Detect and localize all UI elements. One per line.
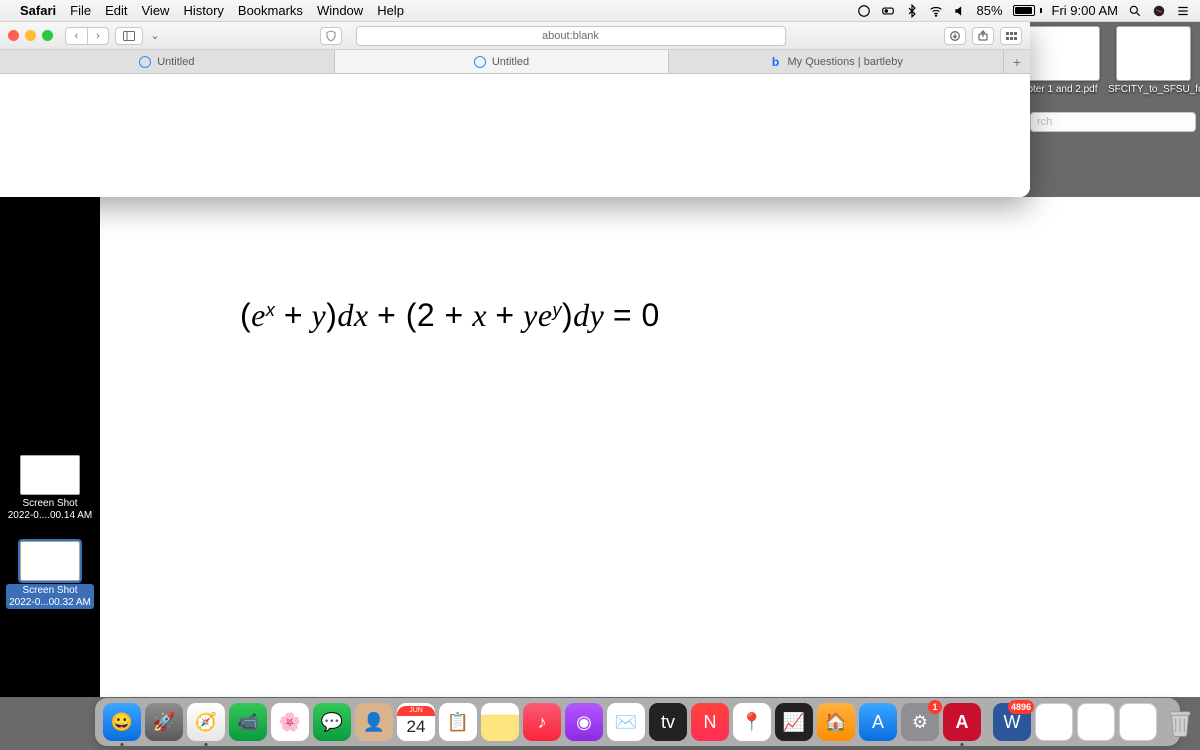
- tab-label: My Questions | bartleby: [788, 56, 903, 68]
- dock-maps[interactable]: 📍: [733, 703, 771, 741]
- menu-file[interactable]: File: [70, 3, 91, 18]
- tab-overview-button[interactable]: [1000, 27, 1022, 45]
- menu-help[interactable]: Help: [377, 3, 404, 18]
- privacy-shield-button[interactable]: [320, 27, 342, 45]
- desktop-file-pdf-2[interactable]: SFCITY_to_SFSU_for_2021-...B.S..pdf: [1108, 26, 1198, 96]
- dock-word[interactable]: W 4896: [993, 703, 1031, 741]
- zoom-window-button[interactable]: [42, 30, 53, 41]
- spotlight-icon[interactable]: [1128, 4, 1142, 18]
- dock-trash[interactable]: [1161, 703, 1199, 741]
- safari-tab-bar: Untitled Untitled b My Questions | bartl…: [0, 50, 1030, 74]
- desktop-right-column: pter 1 and 2.pdf SFCITY_to_SFSU_for_2021…: [1030, 22, 1200, 132]
- dock-tv[interactable]: tv: [649, 703, 687, 741]
- dock-music[interactable]: ♪: [523, 703, 561, 741]
- menu-history[interactable]: History: [183, 3, 223, 18]
- desktop-search-field[interactable]: rch: [1030, 112, 1196, 132]
- address-bar[interactable]: about:blank: [356, 26, 786, 46]
- dock-calendar[interactable]: JUN 24: [397, 703, 435, 741]
- downloads-button[interactable]: [944, 27, 966, 45]
- macos-dock: 😀 🚀 🧭 📹 🌸 💬 👤 JUN 24 📋 ♪ ◉ ✉️ tv N 📍 📈 🏠…: [95, 698, 1180, 746]
- url-text: about:blank: [542, 30, 599, 42]
- dock-news[interactable]: N: [691, 703, 729, 741]
- window-controls: [8, 30, 53, 41]
- close-window-button[interactable]: [8, 30, 19, 41]
- bluetooth-icon[interactable]: [905, 4, 919, 18]
- dock-recent-item-3[interactable]: [1119, 703, 1157, 741]
- pdf-thumbnail-icon: [1116, 26, 1191, 81]
- screen-mirror-icon[interactable]: [857, 4, 871, 18]
- wifi-icon[interactable]: [929, 4, 943, 18]
- dock-recent-item-2[interactable]: [1077, 703, 1115, 741]
- menu-window[interactable]: Window: [317, 3, 363, 18]
- forward-button[interactable]: ›: [87, 27, 109, 45]
- dock-stocks[interactable]: 📈: [775, 703, 813, 741]
- dock-photos[interactable]: 🌸: [271, 703, 309, 741]
- clock[interactable]: Fri 9:00 AM: [1052, 3, 1118, 18]
- volume-icon[interactable]: [953, 4, 967, 18]
- dock-system-preferences[interactable]: ⚙︎ 1: [901, 703, 939, 741]
- compass-icon: [139, 56, 151, 68]
- switch-control-icon[interactable]: [881, 4, 895, 18]
- menu-edit[interactable]: Edit: [105, 3, 127, 18]
- tab-overview-dropdown[interactable]: ⌄: [149, 27, 161, 45]
- tab-bartleby[interactable]: b My Questions | bartleby: [669, 50, 1004, 73]
- siri-icon[interactable]: [1152, 4, 1166, 18]
- battery-icon[interactable]: [1013, 5, 1042, 16]
- safari-window: ‹ › ⌄ about:blank Untitled: [0, 22, 1030, 197]
- dock-mail[interactable]: ✉️: [607, 703, 645, 741]
- desktop-left-column: Screen Shot2022-0....00.14 AM Screen Sho…: [0, 455, 100, 629]
- dock-safari[interactable]: 🧭: [187, 703, 225, 741]
- dock-finder[interactable]: 😀: [103, 703, 141, 741]
- menu-view[interactable]: View: [142, 3, 170, 18]
- minimize-window-button[interactable]: [25, 30, 36, 41]
- screenshot-thumbnail-icon: [20, 455, 80, 495]
- back-button[interactable]: ‹: [65, 27, 87, 45]
- compass-icon: [474, 56, 486, 68]
- menu-bookmarks[interactable]: Bookmarks: [238, 3, 303, 18]
- new-tab-button[interactable]: +: [1004, 50, 1030, 73]
- dock-podcasts[interactable]: ◉: [565, 703, 603, 741]
- safari-content-area: [0, 74, 1030, 197]
- control-center-icon[interactable]: [1176, 4, 1190, 18]
- desktop-screenshot-2[interactable]: Screen Shot2022-0...00.32 AM: [0, 541, 100, 609]
- tab-untitled-1[interactable]: Untitled: [0, 50, 335, 73]
- dock-notes[interactable]: [481, 703, 519, 741]
- dock-home[interactable]: 🏠: [817, 703, 855, 741]
- tab-label: Untitled: [492, 56, 529, 68]
- document-page: (ex + y)dx + (2 + x + yey)dy = 0: [100, 197, 1200, 697]
- dock-facetime[interactable]: 📹: [229, 703, 267, 741]
- desktop-file-pdf-1[interactable]: pter 1 and 2.pdf: [1025, 26, 1100, 96]
- screenshot-thumbnail-icon: [20, 541, 80, 581]
- dock-appstore[interactable]: A: [859, 703, 897, 741]
- active-app-name[interactable]: Safari: [20, 3, 56, 18]
- sidebar-toggle-button[interactable]: [115, 27, 143, 45]
- dock-reminders[interactable]: 📋: [439, 703, 477, 741]
- dock-contacts[interactable]: 👤: [355, 703, 393, 741]
- dock-messages[interactable]: 💬: [313, 703, 351, 741]
- bartleby-icon: b: [770, 56, 782, 68]
- desktop-screenshot-1[interactable]: Screen Shot2022-0....00.14 AM: [0, 455, 100, 521]
- dock-autocad[interactable]: A: [943, 703, 981, 741]
- equation-text: (ex + y)dx + (2 + x + yey)dy = 0: [240, 297, 660, 334]
- battery-percent[interactable]: 85%: [977, 3, 1003, 18]
- macos-menubar: Safari File Edit View History Bookmarks …: [0, 0, 1200, 22]
- pdf-thumbnail-icon: [1025, 26, 1100, 81]
- dock-launchpad[interactable]: 🚀: [145, 703, 183, 741]
- tab-untitled-2[interactable]: Untitled: [335, 50, 670, 73]
- tab-label: Untitled: [157, 56, 194, 68]
- dock-recent-item-1[interactable]: [1035, 703, 1073, 741]
- share-button[interactable]: [972, 27, 994, 45]
- safari-toolbar: ‹ › ⌄ about:blank: [0, 22, 1030, 50]
